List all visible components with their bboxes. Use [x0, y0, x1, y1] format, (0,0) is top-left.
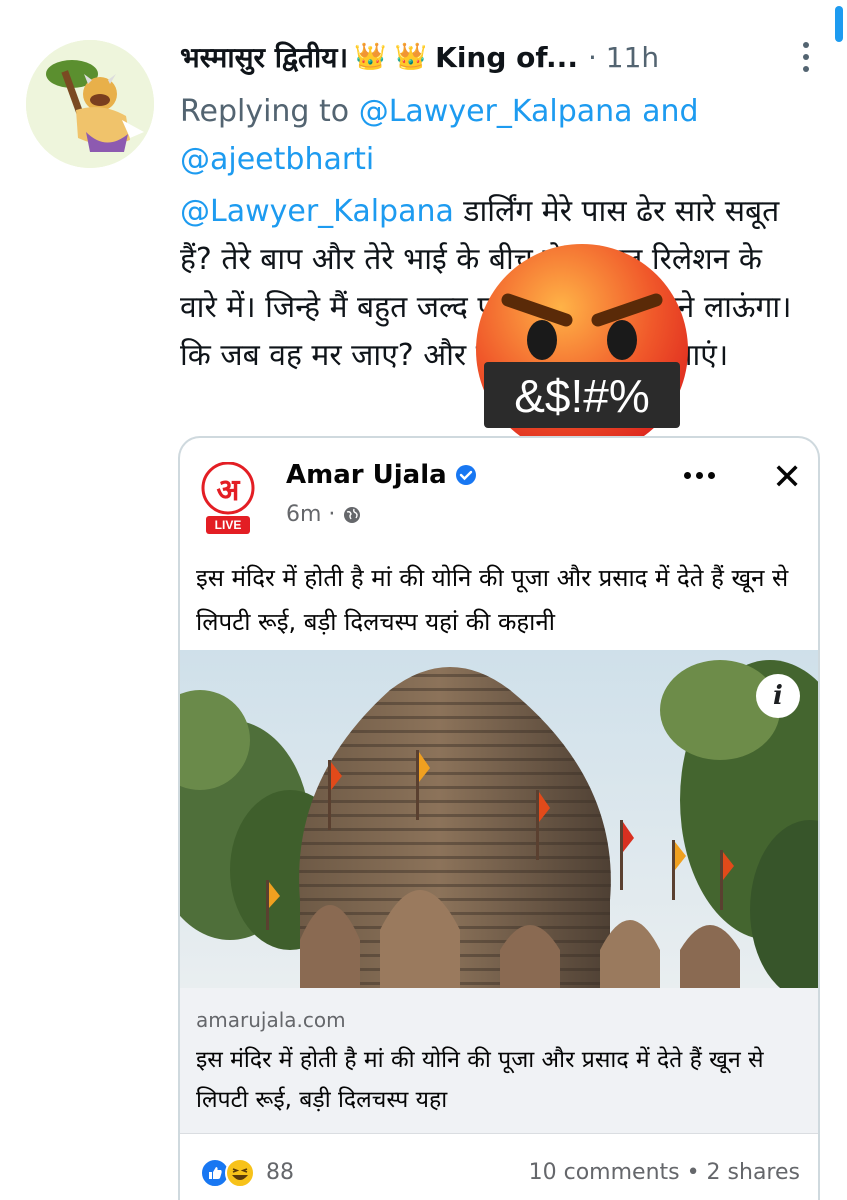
info-icon[interactable]: i: [756, 674, 800, 718]
link-preview[interactable]: amarujala.com इस मंदिर में होती है मां क…: [180, 988, 818, 1134]
post-caption: इस मंदिर में होती है मां की योनि की पूजा…: [196, 564, 789, 636]
mention-link[interactable]: @Lawyer_Kalpana: [359, 94, 633, 129]
more-icon[interactable]: [803, 42, 809, 72]
sticker-text: &$!#%: [514, 370, 650, 422]
engagement-stats[interactable]: 10 comments • 2 shares: [529, 1160, 800, 1185]
replying-to: Replying to @Lawyer_Kalpana and @ajeetbh…: [180, 88, 800, 184]
verified-icon: [455, 465, 476, 485]
crown-emoji: 👑 👑: [354, 42, 428, 72]
post-time[interactable]: 6m ·: [286, 502, 335, 527]
link-title[interactable]: इस मंदिर में होती है मां की योनि की पूजा…: [196, 1040, 796, 1120]
haha-reaction-icon: [225, 1158, 255, 1188]
tweet-time[interactable]: · 11h: [588, 41, 659, 74]
display-name-suffix[interactable]: King of...: [435, 41, 578, 74]
temple-photo[interactable]: i: [180, 650, 818, 988]
post-options-icon[interactable]: [684, 472, 715, 479]
display-name[interactable]: भस्मासुर द्वितीय।: [180, 38, 348, 76]
angry-emoji-icon: &$!#%: [474, 226, 690, 466]
post-meta: 6m ·: [286, 502, 361, 527]
embedded-post-card[interactable]: अ LIVE Amar Ujala 6m · ✕ इस मंदिर में हो…: [178, 436, 820, 1200]
page-name[interactable]: Amar Ujala: [286, 460, 477, 490]
avatar[interactable]: [26, 40, 154, 168]
amar-ujala-logo[interactable]: अ LIVE: [200, 461, 256, 534]
page-name-text[interactable]: Amar Ujala: [286, 460, 447, 490]
mention-link[interactable]: @Lawyer_Kalpana: [180, 194, 454, 229]
link-domain: amarujala.com: [196, 1008, 346, 1032]
logo-letter: अ: [217, 473, 241, 508]
scrollbar-thumb[interactable]: [835, 6, 843, 42]
reaction-count[interactable]: 88: [266, 1160, 294, 1185]
tweet-header: भस्मासुर द्वितीय। 👑 👑 King of... · 11h: [180, 38, 659, 76]
replying-and: and: [642, 94, 699, 129]
mention-link[interactable]: @ajeetbharti: [180, 142, 374, 177]
replying-prefix: Replying to: [180, 94, 350, 129]
reaction-icons[interactable]: [200, 1158, 258, 1188]
logo-badge: LIVE: [215, 518, 242, 532]
globe-icon: [344, 506, 361, 523]
reactions-row: 88 10 comments • 2 shares: [180, 1148, 818, 1198]
close-icon[interactable]: ✕: [772, 460, 802, 496]
